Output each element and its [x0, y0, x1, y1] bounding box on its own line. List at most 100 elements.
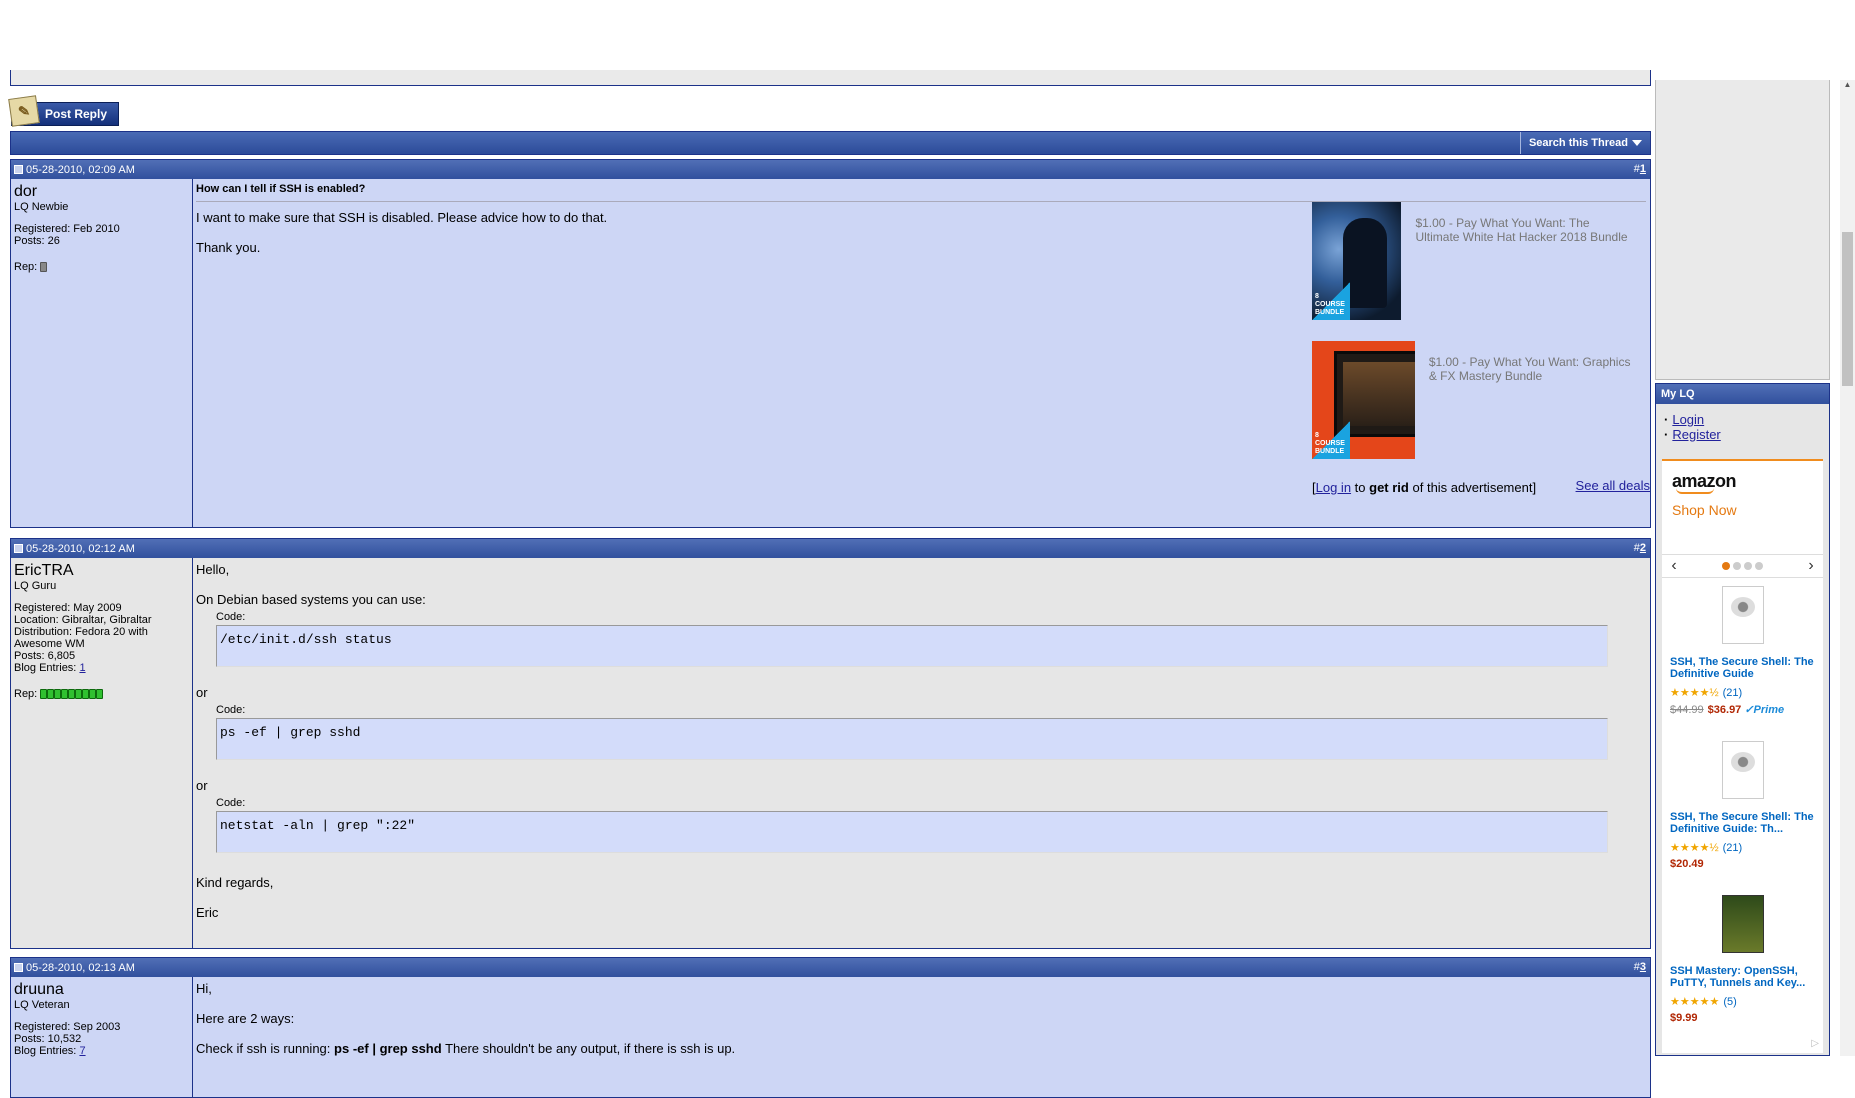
post-reply-button[interactable]: ✎ Post Reply: [8, 95, 119, 127]
ad-figure: [1343, 218, 1388, 308]
post-title: How can I tell if SSH is enabled?: [196, 183, 1646, 202]
rep-label: Rep:: [14, 261, 38, 273]
post-number-link[interactable]: 3: [1640, 961, 1646, 973]
login-link[interactable]: Login: [1672, 412, 1704, 427]
user-info: druuna LQ Veteran Registered: Sep 2003 P…: [11, 977, 193, 1097]
post-date: 05-28-2010, 02:13 AM: [26, 961, 135, 974]
thread-main: ✎ Post Reply Search this Thread 05-28-20…: [8, 0, 1651, 1098]
user-posts: Posts: 10,532: [14, 1033, 82, 1045]
post-body: EricTRA LQ Guru Registered: May 2009 Loc…: [11, 558, 1650, 948]
book-cover[interactable]: [1721, 895, 1764, 953]
shop-now-link[interactable]: Shop Now: [1672, 502, 1823, 518]
message: Hello, On Debian based systems you can u…: [193, 558, 1650, 948]
product-rating: ★★★★½ (21): [1670, 687, 1743, 699]
message-paragraph: Check if ssh is running: ps -ef | grep s…: [196, 1041, 736, 1056]
user-title: LQ Veteran: [14, 999, 70, 1011]
rep-pip-icon: [54, 689, 62, 699]
post-number-link[interactable]: 1: [1640, 163, 1646, 175]
rep-pip-icon: [75, 689, 83, 699]
message-paragraph: or: [196, 778, 208, 793]
scrollbar-thumb[interactable]: [1842, 232, 1853, 386]
signature: Eric: [196, 905, 219, 920]
blog-entries-link[interactable]: 1: [79, 662, 85, 674]
message: How can I tell if SSH is enabled? I want…: [193, 179, 1650, 527]
rep-pip-icon: [82, 689, 90, 699]
code-block[interactable]: ps -ef | grep sshd: [216, 718, 1608, 760]
top-box: [10, 70, 1651, 86]
username[interactable]: dor: [14, 183, 189, 201]
username[interactable]: EricTRA: [14, 562, 189, 580]
post-number-link[interactable]: 2: [1640, 542, 1646, 554]
product-title[interactable]: SSH Mastery: OpenSSH, PuTTY, Tunnels and…: [1670, 965, 1815, 989]
scroll-up-arrow-icon[interactable]: ▲: [1840, 80, 1855, 95]
blog-entries-link[interactable]: 7: [79, 1045, 85, 1057]
ad-text[interactable]: $1.00 - Pay What You Want: Graphics & FX…: [1415, 341, 1650, 459]
rep-pip-icon: [47, 689, 55, 699]
carousel-dot[interactable]: [1722, 562, 1730, 570]
rep-pip-icon: [40, 689, 48, 699]
post-status-icon: [14, 165, 23, 174]
mylq-panel: My LQ Login Register amazon Shop Now ‹ ›: [1655, 383, 1830, 1056]
adchoices-icon[interactable]: ▷: [1811, 1038, 1819, 1049]
user-blog: Blog Entries: 1: [14, 662, 86, 674]
mylq-item-login: Login: [1664, 412, 1829, 427]
rep-pip-icon: [96, 689, 104, 699]
see-all-deals-link[interactable]: See all deals: [1576, 478, 1650, 493]
amazon-logo[interactable]: amazon: [1672, 471, 1823, 492]
message-paragraph: Hi,: [196, 981, 212, 996]
carousel-dot[interactable]: [1755, 562, 1763, 570]
product-title[interactable]: SSH, The Secure Shell: The Definitive Gu…: [1670, 656, 1815, 680]
code-label: Code:: [216, 704, 246, 716]
post-2: 05-28-2010, 02:12 AM #2 EricTRA LQ Guru …: [10, 538, 1651, 949]
ad-thumbnail[interactable]: 8 COURSE BUNDLE: [1312, 341, 1415, 459]
carousel-dot[interactable]: [1744, 562, 1752, 570]
register-link[interactable]: Register: [1672, 427, 1720, 442]
code-label: Code:: [216, 611, 246, 623]
user-info: EricTRA LQ Guru Registered: May 2009 Loc…: [11, 558, 193, 948]
post-header: 05-28-2010, 02:13 AM #3: [11, 958, 1650, 977]
thread-tools-bar: Search this Thread: [10, 131, 1651, 155]
dropdown-arrow-icon: [1632, 140, 1642, 146]
user-blog: Blog Entries: 7: [14, 1045, 86, 1057]
ad-footer: [Log in to get rid of this advertisement…: [1312, 478, 1650, 495]
search-thread-button[interactable]: Search this Thread: [1519, 132, 1650, 154]
login-link[interactable]: Log in: [1316, 480, 1351, 495]
carousel-dots: [1722, 562, 1763, 570]
product-card[interactable]: SSH, The Secure Shell: The Definitive Gu…: [1662, 741, 1823, 870]
post-1: 05-28-2010, 02:09 AM #1 dor LQ Newbie Re…: [10, 159, 1651, 528]
chevron-right-icon[interactable]: ›: [1803, 557, 1819, 575]
post-status-icon: [14, 963, 23, 972]
code-block[interactable]: netstat -aln | grep ":22": [216, 811, 1608, 853]
username[interactable]: druuna: [14, 981, 189, 999]
rep-pip-icon: [68, 689, 76, 699]
post-number: #1: [1633, 163, 1646, 175]
user-title: LQ Guru: [14, 580, 57, 592]
course-badge: 8 COURSE BUNDLE: [1312, 421, 1350, 459]
code-block[interactable]: /etc/init.d/ssh status: [216, 625, 1608, 667]
ad-text[interactable]: $1.00 - Pay What You Want: The Ultimate …: [1401, 202, 1650, 320]
product-card[interactable]: SSH Mastery: OpenSSH, PuTTY, Tunnels and…: [1662, 895, 1823, 1024]
user-posts: Posts: 6,805: [14, 650, 76, 662]
carousel-dot[interactable]: [1733, 562, 1741, 570]
amazon-widget: amazon Shop Now ‹ › SSH, The Secure Shel…: [1662, 459, 1823, 1053]
product-title[interactable]: SSH, The Secure Shell: The Definitive Gu…: [1670, 811, 1815, 835]
post-header: 05-28-2010, 02:12 AM #2: [11, 539, 1650, 558]
user-rep: Rep:: [14, 688, 189, 700]
ad-item[interactable]: 8 COURSE BUNDLE $1.00 - Pay What You Wan…: [1312, 341, 1650, 459]
ad-thumbnail[interactable]: 8 COURSE BUNDLE: [1312, 202, 1402, 320]
prime-badge: ✓Prime: [1744, 704, 1785, 716]
product-rating: ★★★★★ (5): [1670, 996, 1737, 1008]
book-cover[interactable]: [1721, 586, 1764, 644]
message-paragraph: Hello,: [196, 562, 230, 577]
chevron-left-icon[interactable]: ‹: [1666, 557, 1682, 575]
product-card[interactable]: SSH, The Secure Shell: The Definitive Gu…: [1662, 586, 1823, 716]
post-3: 05-28-2010, 02:13 AM #3 druuna LQ Vetera…: [10, 957, 1651, 1098]
post-number: #3: [1633, 961, 1646, 973]
user-location: Location: Gibraltar, Gibraltar: [14, 614, 152, 626]
post-header: 05-28-2010, 02:09 AM #1: [11, 160, 1650, 179]
ad-item[interactable]: 8 COURSE BUNDLE $1.00 - Pay What You Wan…: [1312, 202, 1650, 320]
book-cover[interactable]: [1721, 741, 1764, 799]
product-price: $9.99: [1670, 1012, 1698, 1024]
mylq-links: Login Register: [1664, 412, 1829, 442]
page-scrollbar[interactable]: ▲: [1840, 80, 1855, 1056]
